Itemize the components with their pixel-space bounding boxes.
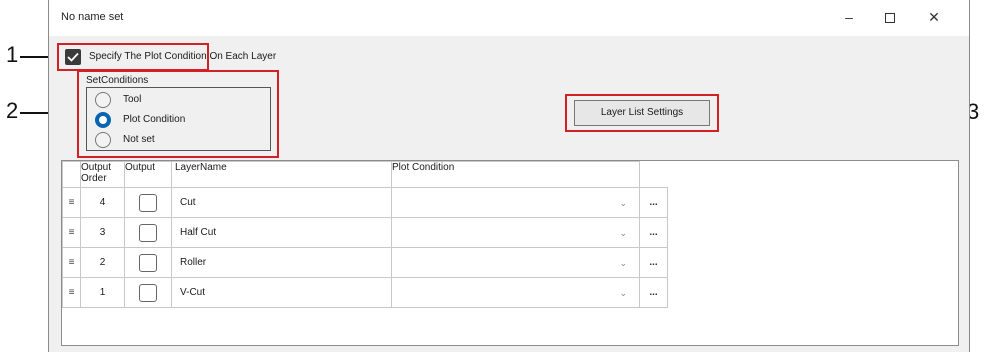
row-layer-name: Roller: [171, 247, 392, 278]
dialog-window: No name set – ✕ Specify The Plot Conditi…: [48, 0, 970, 352]
row-output-checkbox[interactable]: [139, 283, 157, 302]
row-plot-condition-select[interactable]: ⌄: [391, 187, 640, 218]
callout-2: 2: [6, 98, 19, 123]
row-ellipsis-cell: ...: [639, 217, 668, 248]
row-layer-name: V-Cut: [171, 277, 392, 308]
row-plot-condition-select[interactable]: ⌄: [391, 247, 640, 278]
row-output-checkbox[interactable]: [139, 223, 157, 242]
header-layer-name[interactable]: LayerName: [171, 161, 392, 188]
row-ellipsis-button[interactable]: ...: [649, 227, 657, 238]
row-order: 2: [80, 247, 125, 278]
row-ellipsis-cell: ...: [639, 277, 668, 308]
row-plot-condition-select[interactable]: ⌄: [391, 277, 640, 308]
row-output-checkbox[interactable]: [139, 253, 157, 272]
table-row: ≡ 1 V-Cut ⌄ ...: [62, 277, 668, 308]
highlight-box-1: [57, 43, 209, 71]
maximize-button[interactable]: [875, 6, 905, 28]
header-ellipsis: [639, 161, 668, 188]
table-row: ≡ 2 Roller ⌄ ...: [62, 247, 668, 278]
row-order: 4: [80, 187, 125, 218]
row-drag-handle[interactable]: ≡: [62, 277, 81, 308]
row-layer-name: Half Cut: [171, 217, 392, 248]
row-ellipsis-button[interactable]: ...: [649, 287, 657, 298]
row-ellipsis-button[interactable]: ...: [649, 197, 657, 208]
row-output-checkbox[interactable]: [139, 193, 157, 212]
chevron-down-icon: ⌄: [619, 198, 627, 208]
layer-table: Output Order Output LayerName Plot Condi…: [62, 161, 668, 308]
row-ellipsis-cell: ...: [639, 247, 668, 278]
row-ellipsis-cell: ...: [639, 187, 668, 218]
table-row: ≡ 3 Half Cut ⌄ ...: [62, 217, 668, 248]
row-drag-handle[interactable]: ≡: [62, 247, 81, 278]
chevron-down-icon: ⌄: [619, 228, 627, 238]
chevron-down-icon: ⌄: [619, 288, 627, 298]
header-plot-condition[interactable]: Plot Condition: [391, 161, 640, 188]
row-output-cell: [124, 217, 172, 248]
table-header-row: Output Order Output LayerName Plot Condi…: [62, 161, 668, 188]
minimize-icon: –: [845, 9, 853, 25]
highlight-box-3: [565, 94, 719, 132]
header-output-order[interactable]: Output Order: [80, 161, 125, 188]
title-bar: No name set – ✕: [49, 0, 969, 36]
row-ellipsis-button[interactable]: ...: [649, 257, 657, 268]
row-drag-handle[interactable]: ≡: [62, 187, 81, 218]
chevron-down-icon: ⌄: [619, 258, 627, 268]
minimize-button[interactable]: –: [834, 6, 864, 28]
layer-grid: Output Order Output LayerName Plot Condi…: [61, 160, 959, 346]
row-output-cell: [124, 187, 172, 218]
row-drag-handle[interactable]: ≡: [62, 217, 81, 248]
close-icon: ✕: [928, 9, 940, 25]
highlight-box-2: [77, 70, 279, 158]
row-layer-name: Cut: [171, 187, 392, 218]
header-handle: [62, 161, 81, 188]
row-order: 3: [80, 217, 125, 248]
table-row: ≡ 4 Cut ⌄ ...: [62, 187, 668, 218]
row-output-cell: [124, 247, 172, 278]
row-order: 1: [80, 277, 125, 308]
close-button[interactable]: ✕: [919, 6, 949, 28]
window-title: No name set: [61, 11, 124, 23]
row-output-cell: [124, 277, 172, 308]
row-plot-condition-select[interactable]: ⌄: [391, 217, 640, 248]
callout-1: 1: [6, 42, 19, 67]
maximize-icon: [885, 13, 895, 24]
header-output[interactable]: Output: [124, 161, 172, 188]
